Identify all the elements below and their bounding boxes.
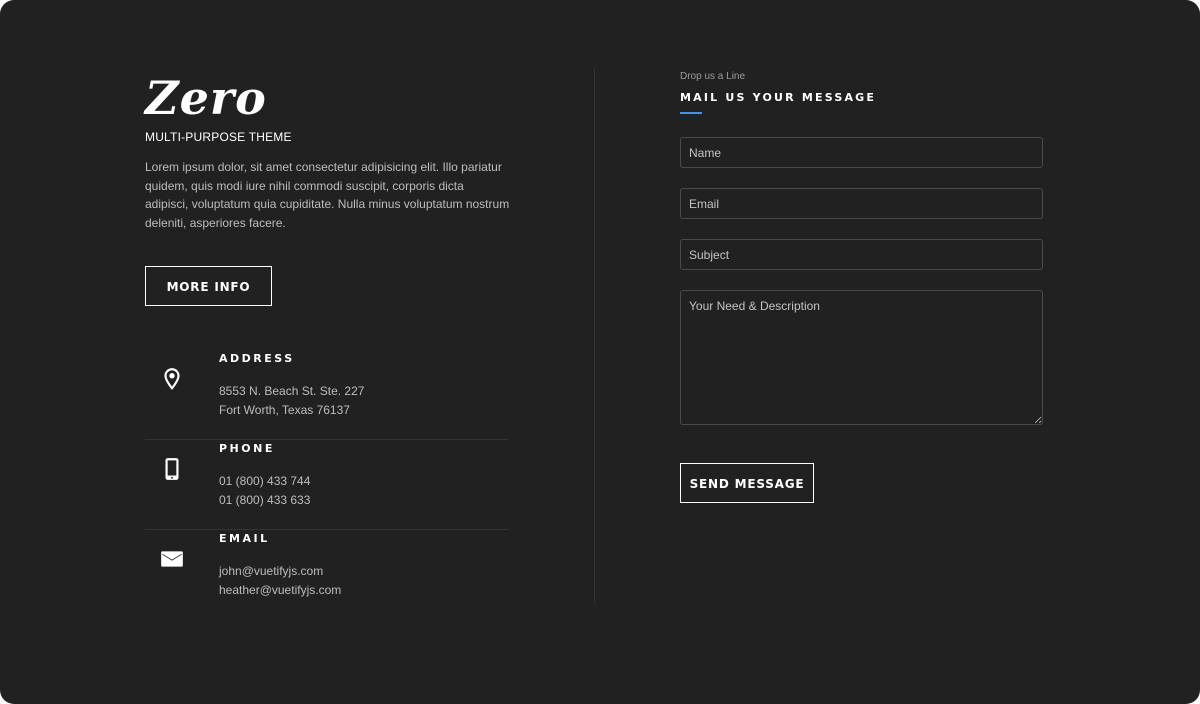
contact-section: Zero MULTI-PURPOSE THEME Lorem ipsum dol… xyxy=(0,0,1200,704)
contact-item-email: EMAIL john@vuetifyjs.com heather@vuetify… xyxy=(145,530,508,620)
contact-line: 01 (800) 433 633 xyxy=(219,493,311,507)
form-title: MAIL US YOUR MESSAGE xyxy=(680,91,877,104)
contact-line: heather@vuetifyjs.com xyxy=(219,583,342,597)
more-info-button[interactable]: MORE INFO xyxy=(145,266,272,306)
contact-line: Fort Worth, Texas 76137 xyxy=(219,403,350,417)
map-pin-icon xyxy=(164,368,180,390)
title-accent-bar xyxy=(680,112,702,114)
brand-tagline: MULTI-PURPOSE THEME xyxy=(145,130,292,144)
form-column: Drop us a Line MAIL US YOUR MESSAGE SEND… xyxy=(680,70,1043,503)
contact-line: 01 (800) 433 744 xyxy=(219,474,311,488)
name-input[interactable] xyxy=(680,137,1043,168)
email-input[interactable] xyxy=(680,188,1043,219)
subject-input[interactable] xyxy=(680,239,1043,270)
column-divider xyxy=(594,68,595,603)
message-textarea[interactable] xyxy=(680,290,1043,425)
brand-logo: Zero xyxy=(145,71,267,125)
smartphone-icon xyxy=(165,458,179,480)
contact-title: EMAIL xyxy=(219,532,270,545)
send-message-button[interactable]: SEND MESSAGE xyxy=(680,463,814,503)
form-eyebrow: Drop us a Line xyxy=(680,71,746,82)
info-column: Zero MULTI-PURPOSE THEME Lorem ipsum dol… xyxy=(145,70,510,597)
contact-title: PHONE xyxy=(219,442,275,455)
contact-line: 8553 N. Beach St. Ste. 227 xyxy=(219,384,365,398)
contact-list: ADDRESS 8553 N. Beach St. Ste. 227 Fort … xyxy=(145,350,508,620)
contact-title: ADDRESS xyxy=(219,352,295,365)
mail-icon xyxy=(161,551,183,567)
contact-line: john@vuetifyjs.com xyxy=(219,564,324,578)
intro-text: Lorem ipsum dolor, sit amet consectetur … xyxy=(145,160,510,230)
contact-item-address: ADDRESS 8553 N. Beach St. Ste. 227 Fort … xyxy=(145,350,508,440)
contact-item-phone: PHONE 01 (800) 433 744 01 (800) 433 633 xyxy=(145,440,508,530)
